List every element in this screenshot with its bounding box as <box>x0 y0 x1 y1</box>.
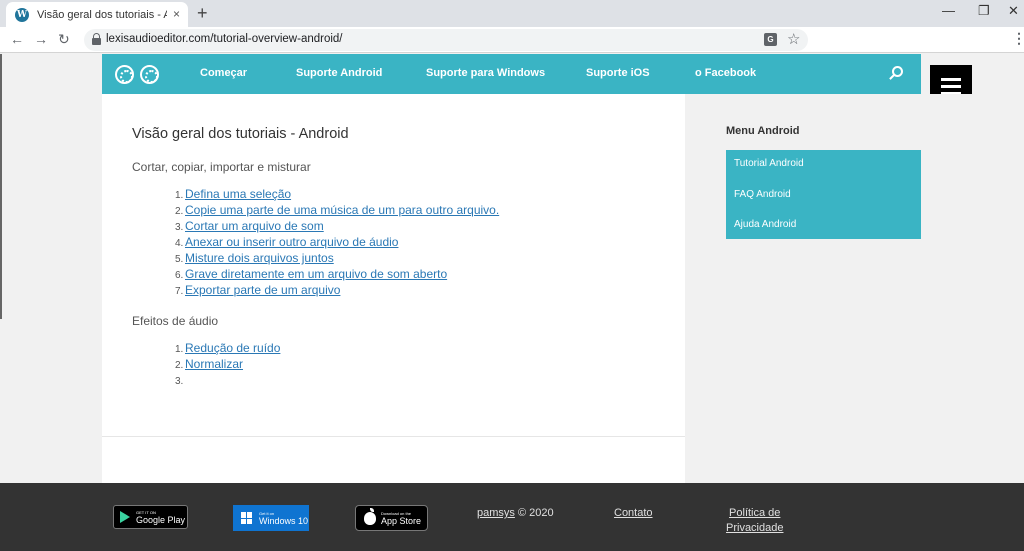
tutorial-list: 1. Defina uma seleção 2. Copie uma parte d… <box>175 186 499 298</box>
section-heading: Cortar, copiar, importar e misturar <box>132 160 311 174</box>
list-item: 3. <box>175 376 184 387</box>
sidebar: Menu Android Tutorial Android FAQ Androi… <box>685 94 1024 483</box>
page-edge <box>0 54 2 319</box>
sidebar-title: Menu Android <box>726 125 800 137</box>
apple-icon <box>364 507 376 525</box>
page-title: Visão geral dos tutoriais - Android <box>132 126 349 142</box>
restore-button[interactable]: ❐ <box>978 3 990 19</box>
windows-store-badge[interactable]: Get it on Windows 10 <box>233 505 309 531</box>
nav-suporte-windows[interactable]: Suporte para Windows <box>426 67 545 79</box>
site-logo[interactable] <box>115 65 159 84</box>
google-play-icon <box>120 511 130 523</box>
privacy-link[interactable]: Política de Privacidade <box>726 507 783 534</box>
back-arrow-icon[interactable]: ← <box>10 31 24 47</box>
site-header: Começar Suporte Android Suporte para Win… <box>102 54 921 94</box>
pamsys-link[interactable]: pamsys <box>477 507 515 519</box>
browser-menu-icon[interactable]: ⋮ <box>1012 30 1024 47</box>
nav-comecar[interactable]: Começar <box>200 67 247 79</box>
reload-icon[interactable]: ↻ <box>58 31 70 48</box>
sidebar-item-ajuda-android[interactable]: Ajuda Android <box>726 210 921 240</box>
contact-link[interactable]: Contato <box>614 507 653 519</box>
forward-arrow-icon[interactable]: → <box>34 31 48 47</box>
google-play-badge[interactable]: GET IT ON Google Play <box>113 505 188 529</box>
url-text[interactable]: lexisaudioeditor.com/tutorial-overview-a… <box>106 33 343 45</box>
sidebar-item-faq-android[interactable]: FAQ Android <box>726 180 921 210</box>
lock-icon[interactable] <box>92 33 101 45</box>
sidebar-item-tutorial-android[interactable]: Tutorial Android <box>726 150 921 180</box>
list-item: 7. Exportar parte de um arquivo <box>175 283 341 297</box>
privacy-link-wrapper: Política de Privacidade <box>726 506 783 536</box>
search-icon[interactable] <box>892 66 903 77</box>
list-item: 5. Misture dois arquivos juntos <box>175 251 334 265</box>
tab-title: Visão geral dos tutoriais - Android <box>37 8 167 21</box>
contact-link-wrapper: Contato <box>614 506 653 521</box>
list-item: 1. Redução de ruído <box>175 341 281 355</box>
list-item: 3. Cortar um arquivo de som <box>175 219 324 233</box>
tutorial-link[interactable]: Normalizar <box>185 357 243 371</box>
browser-tab[interactable]: W Visão geral dos tutoriais - Android × <box>6 2 188 27</box>
tutorial-link[interactable]: Cortar um arquivo de som <box>185 219 324 233</box>
main-content: Visão geral dos tutoriais - Android Cort… <box>102 94 685 483</box>
list-item: 6. Grave diretamente em um arquivo de som… <box>175 267 448 281</box>
nav-suporte-ios[interactable]: Suporte iOS <box>586 67 650 79</box>
wordpress-icon: W <box>15 7 29 22</box>
nav-facebook[interactable]: o Facebook <box>695 67 756 79</box>
browser-tab-strip: W Visão geral dos tutoriais - Android × … <box>0 0 1024 27</box>
sidebar-menu: Tutorial Android FAQ Android Ajuda Andro… <box>726 150 921 239</box>
divider <box>102 436 685 437</box>
bookmark-star-icon[interactable]: ☆ <box>787 30 800 48</box>
list-item: 4. Anexar ou inserir outro arquivo de áud… <box>175 235 399 249</box>
tab-close-icon[interactable]: × <box>173 7 180 21</box>
reel-icon <box>140 65 159 84</box>
tutorial-link[interactable]: Misture dois arquivos juntos <box>185 251 334 265</box>
new-tab-button[interactable]: + <box>197 3 208 24</box>
tutorial-link[interactable]: Copie uma parte de uma música de um para… <box>185 203 499 217</box>
app-store-badge[interactable]: Download on the App Store <box>355 505 428 531</box>
nav-suporte-android[interactable]: Suporte Android <box>296 67 382 79</box>
effects-list: 1. Redução de ruído 2. Normalizar 3. <box>175 340 280 388</box>
list-item: 1. Defina uma seleção <box>175 187 292 201</box>
tutorial-link[interactable]: Redução de ruído <box>185 341 280 355</box>
tutorial-link[interactable]: Anexar ou inserir outro arquivo de áudio <box>185 235 398 249</box>
site-footer: GET IT ON Google Play Get it on Windows … <box>0 483 1024 551</box>
tutorial-link[interactable]: Grave diretamente em um arquivo de som a… <box>185 267 447 281</box>
copyright: pamsys © 2020 <box>477 507 554 519</box>
reel-icon <box>115 65 134 84</box>
windows-icon <box>241 512 253 524</box>
section-heading: Efeitos de áudio <box>132 314 219 328</box>
tutorial-link[interactable]: Defina uma seleção <box>185 187 291 201</box>
translate-icon[interactable]: G <box>764 33 777 46</box>
browser-toolbar: ← → ↻ lexisaudioeditor.com/tutorial-over… <box>0 27 1024 53</box>
close-window-button[interactable]: ✕ <box>1008 3 1019 19</box>
tutorial-link[interactable]: Exportar parte de um arquivo <box>185 283 340 297</box>
list-item: 2. Copie uma parte de uma música de um pa… <box>175 203 500 217</box>
address-bar[interactable]: lexisaudioeditor.com/tutorial-overview-a… <box>84 29 808 51</box>
minimize-button[interactable]: — <box>942 3 955 18</box>
list-item: 2. Normalizar <box>175 357 244 371</box>
